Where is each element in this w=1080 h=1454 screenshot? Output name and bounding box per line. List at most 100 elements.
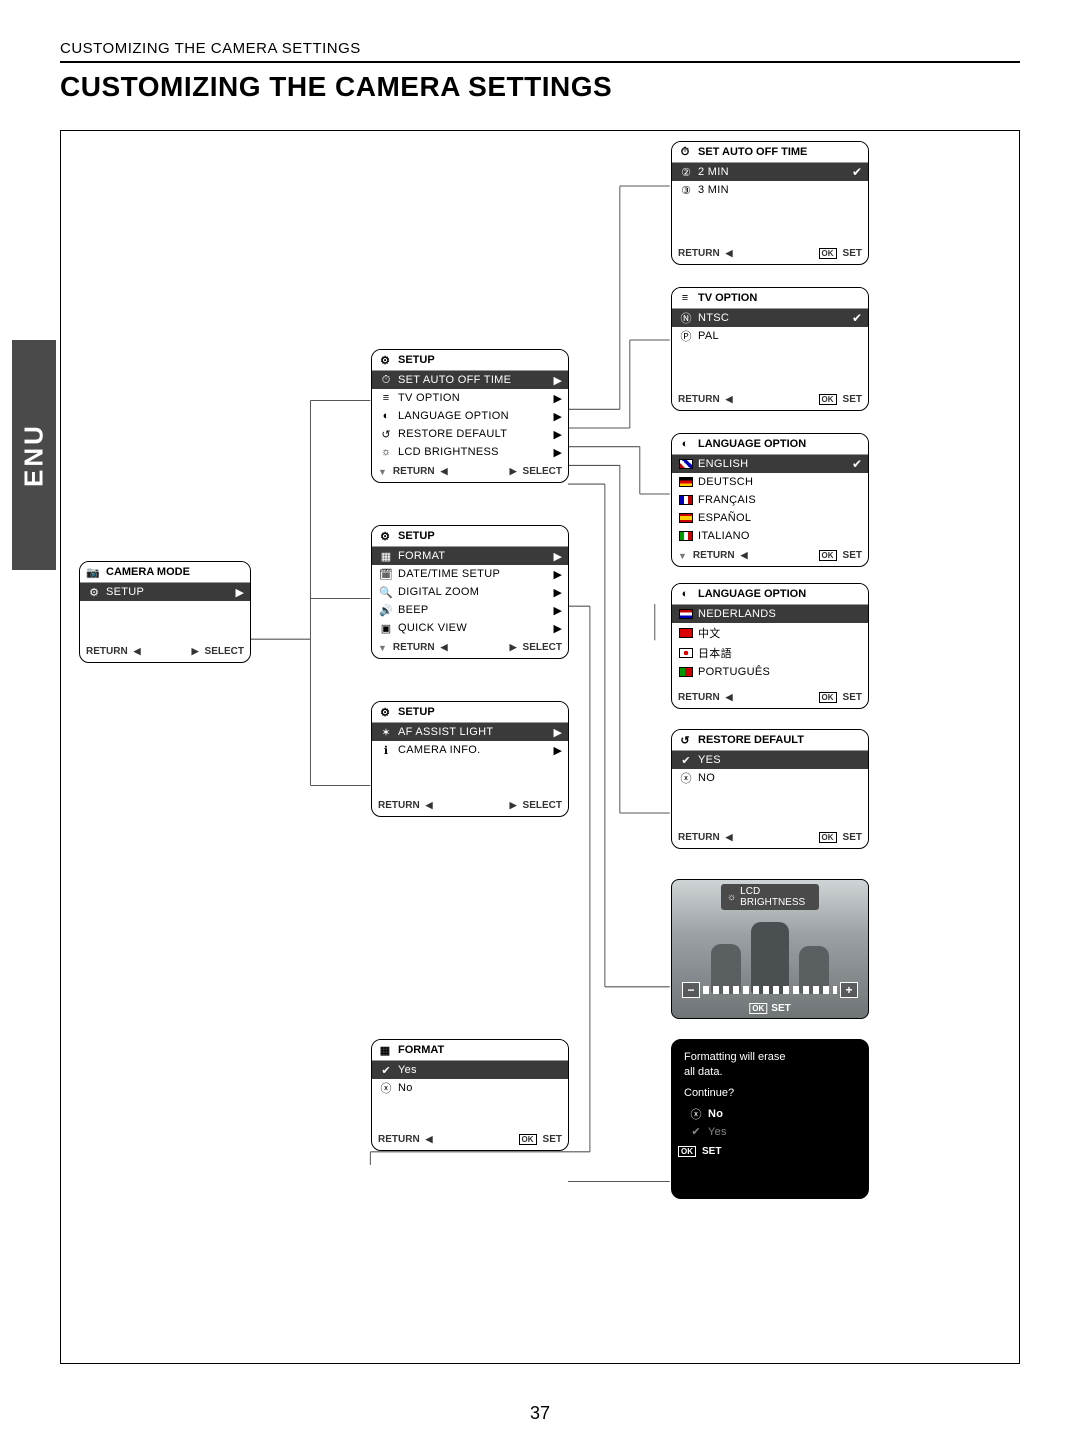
footer-set-label: SET [843, 394, 862, 405]
option-ntsc[interactable]: Ⓝ NTSC ✔ [672, 309, 868, 327]
menu-item-format[interactable]: ▦ FORMAT ▶ [372, 547, 568, 565]
chevron-right-icon: ▶ [550, 744, 562, 757]
af-icon: ✶ [378, 725, 394, 739]
sliders-icon: ⚙ [86, 585, 102, 599]
footer-return-label: RETURN [378, 800, 420, 811]
option-japanese[interactable]: 日本語 [672, 643, 868, 663]
option-label: ITALIANO [698, 530, 862, 542]
footer-select-label: SELECT [205, 646, 244, 657]
menu-item-beep[interactable]: 🔊 BEEP ▶ [372, 601, 568, 619]
chevron-right-icon: ▶ [550, 428, 562, 441]
reset-icon: ↺ [378, 427, 394, 441]
menu-item-label: LCD BRIGHTNESS [398, 446, 550, 458]
footer-set-label: SET [843, 832, 862, 843]
triangle-right-icon: ▶ [510, 466, 517, 477]
footer-set-label: SET [702, 1146, 721, 1157]
ok-badge: OK [519, 1134, 537, 1145]
plus-icon[interactable]: + [840, 982, 858, 998]
menu-item-language[interactable]: ◐ LANGUAGE OPTION ▶ [372, 407, 568, 425]
triangle-left-icon: ◀ [741, 550, 748, 561]
sound-icon: 🔊 [378, 603, 394, 617]
ok-badge: OK [749, 1003, 767, 1014]
menu-item-restore[interactable]: ↺ RESTORE DEFAULT ▶ [372, 425, 568, 443]
footer-return-label: RETURN [678, 832, 720, 843]
triangle-left-icon: ◀ [726, 832, 733, 843]
flag-it-icon [678, 529, 694, 543]
check-icon: ✔ [688, 1125, 704, 1139]
option-deutsch[interactable]: DEUTSCH [672, 473, 868, 491]
footer-select-label: SELECT [523, 800, 562, 811]
option-francais[interactable]: FRANÇAIS [672, 491, 868, 509]
menu-item-tv-option[interactable]: ≡ TV OPTION ▶ [372, 389, 568, 407]
sliders-icon: ⚙ [378, 353, 392, 367]
option-label: ESPAÑOL [698, 512, 862, 524]
option-chinese[interactable]: 中文 [672, 623, 868, 643]
x-circle-icon: ⓧ [378, 1081, 394, 1095]
footer-return-label: RETURN [693, 550, 735, 561]
option-pal[interactable]: Ⓟ PAL [672, 327, 868, 345]
option-restore-no[interactable]: ⓧ NO [672, 769, 868, 787]
menu-item-label: BEEP [398, 604, 550, 616]
option-3min[interactable]: ③ 3 MIN [672, 181, 868, 199]
option-label: NO [698, 772, 862, 784]
globe-icon: ◐ [378, 409, 394, 423]
minus-icon[interactable]: − [682, 982, 700, 998]
ok-badge: OK [819, 394, 837, 405]
triangle-left-icon: ◀ [726, 692, 733, 703]
chevron-right-icon: ▶ [550, 392, 562, 405]
menu-item-camera-info[interactable]: ℹ CAMERA INFO. ▶ [372, 741, 568, 759]
footer-set-label: SET [543, 1134, 562, 1145]
footer-select-label: SELECT [523, 642, 562, 653]
page-title: CUSTOMIZING THE CAMERA SETTINGS [60, 71, 1020, 103]
menu-item-quick-view[interactable]: ▣ QUICK VIEW ▶ [372, 619, 568, 637]
warn-line-1: Formatting will erase [684, 1050, 856, 1065]
panel-format-warning: Formatting will erase all data. Continue… [671, 1039, 869, 1199]
camera-icon: 📷 [86, 565, 100, 579]
option-label: Yes [708, 1126, 862, 1138]
brightness-slider[interactable]: − + [682, 984, 858, 996]
option-portugues[interactable]: PORTUGUÊS [672, 663, 868, 681]
footer-set-label: SET [843, 692, 862, 703]
check-icon: ✔ [848, 165, 862, 179]
check-icon: ✔ [848, 311, 862, 325]
option-warn-yes[interactable]: ✔ Yes [672, 1123, 868, 1141]
option-label: FRANÇAIS [698, 494, 862, 506]
menu-item-label: No [398, 1082, 562, 1094]
option-restore-yes[interactable]: ✔ YES [672, 751, 868, 769]
panel-title-lang2: ◐ LANGUAGE OPTION [672, 584, 868, 605]
menu-item-format-no[interactable]: ⓧ No [372, 1079, 568, 1097]
footer-return-label: RETURN [678, 692, 720, 703]
menu-item-label: CAMERA INFO. [398, 744, 550, 756]
option-italiano[interactable]: ITALIANO [672, 527, 868, 545]
option-english[interactable]: ENGLISH ✔ [672, 455, 868, 473]
menu-item-setup[interactable]: ⚙ SETUP ▶ [80, 583, 250, 601]
panel-title-tv: ≡ TV OPTION [672, 288, 868, 309]
lcd-title-text: LCD BRIGHTNESS [740, 886, 813, 908]
panel-title-restore: ↺ RESTORE DEFAULT [672, 730, 868, 751]
menu-item-digital-zoom[interactable]: 🔍 DIGITAL ZOOM ▶ [372, 583, 568, 601]
option-label: YES [698, 754, 862, 766]
chevron-right-icon: ▶ [550, 550, 562, 563]
panel-restore: ↺ RESTORE DEFAULT ✔ YES ⓧ NO RETURN ◀ OK… [671, 729, 869, 849]
triangle-right-icon: ▶ [510, 800, 517, 811]
option-warn-no[interactable]: ⓧ No [672, 1105, 868, 1123]
brightness-icon: ☼ [378, 445, 394, 459]
option-nederlands[interactable]: NEDERLANDS [672, 605, 868, 623]
option-label: PAL [698, 330, 862, 342]
option-2min[interactable]: ② 2 MIN ✔ [672, 163, 868, 181]
menu-item-datetime[interactable]: 🗓 DATE/TIME SETUP ▶ [372, 565, 568, 583]
option-espanol[interactable]: ESPAÑOL [672, 509, 868, 527]
menu-item-set-auto-off[interactable]: ⏱ SET AUTO OFF TIME ▶ [372, 371, 568, 389]
menu-item-label: DIGITAL ZOOM [398, 586, 550, 598]
panel-camera-mode: ▲ 📷 CAMERA MODE ⚙ SETUP ▶ RETURN ◀ ▶ SEL… [79, 561, 251, 663]
sliders-icon: ⚙ [378, 529, 392, 543]
menu-item-format-yes[interactable]: ✔ Yes [372, 1061, 568, 1079]
menu-item-label: LANGUAGE OPTION [398, 410, 550, 422]
footer-return-label: RETURN [678, 248, 720, 259]
menu-item-lcd-brightness[interactable]: ☼ LCD BRIGHTNESS ▶ [372, 443, 568, 461]
option-label: 日本語 [698, 645, 862, 661]
grid-icon: ▦ [378, 1043, 392, 1057]
footer-return-label: RETURN [678, 394, 720, 405]
panel-footer: ▼ RETURN ◀ OK SET [672, 545, 868, 566]
menu-item-af-assist[interactable]: ✶ AF ASSIST LIGHT ▶ [372, 723, 568, 741]
